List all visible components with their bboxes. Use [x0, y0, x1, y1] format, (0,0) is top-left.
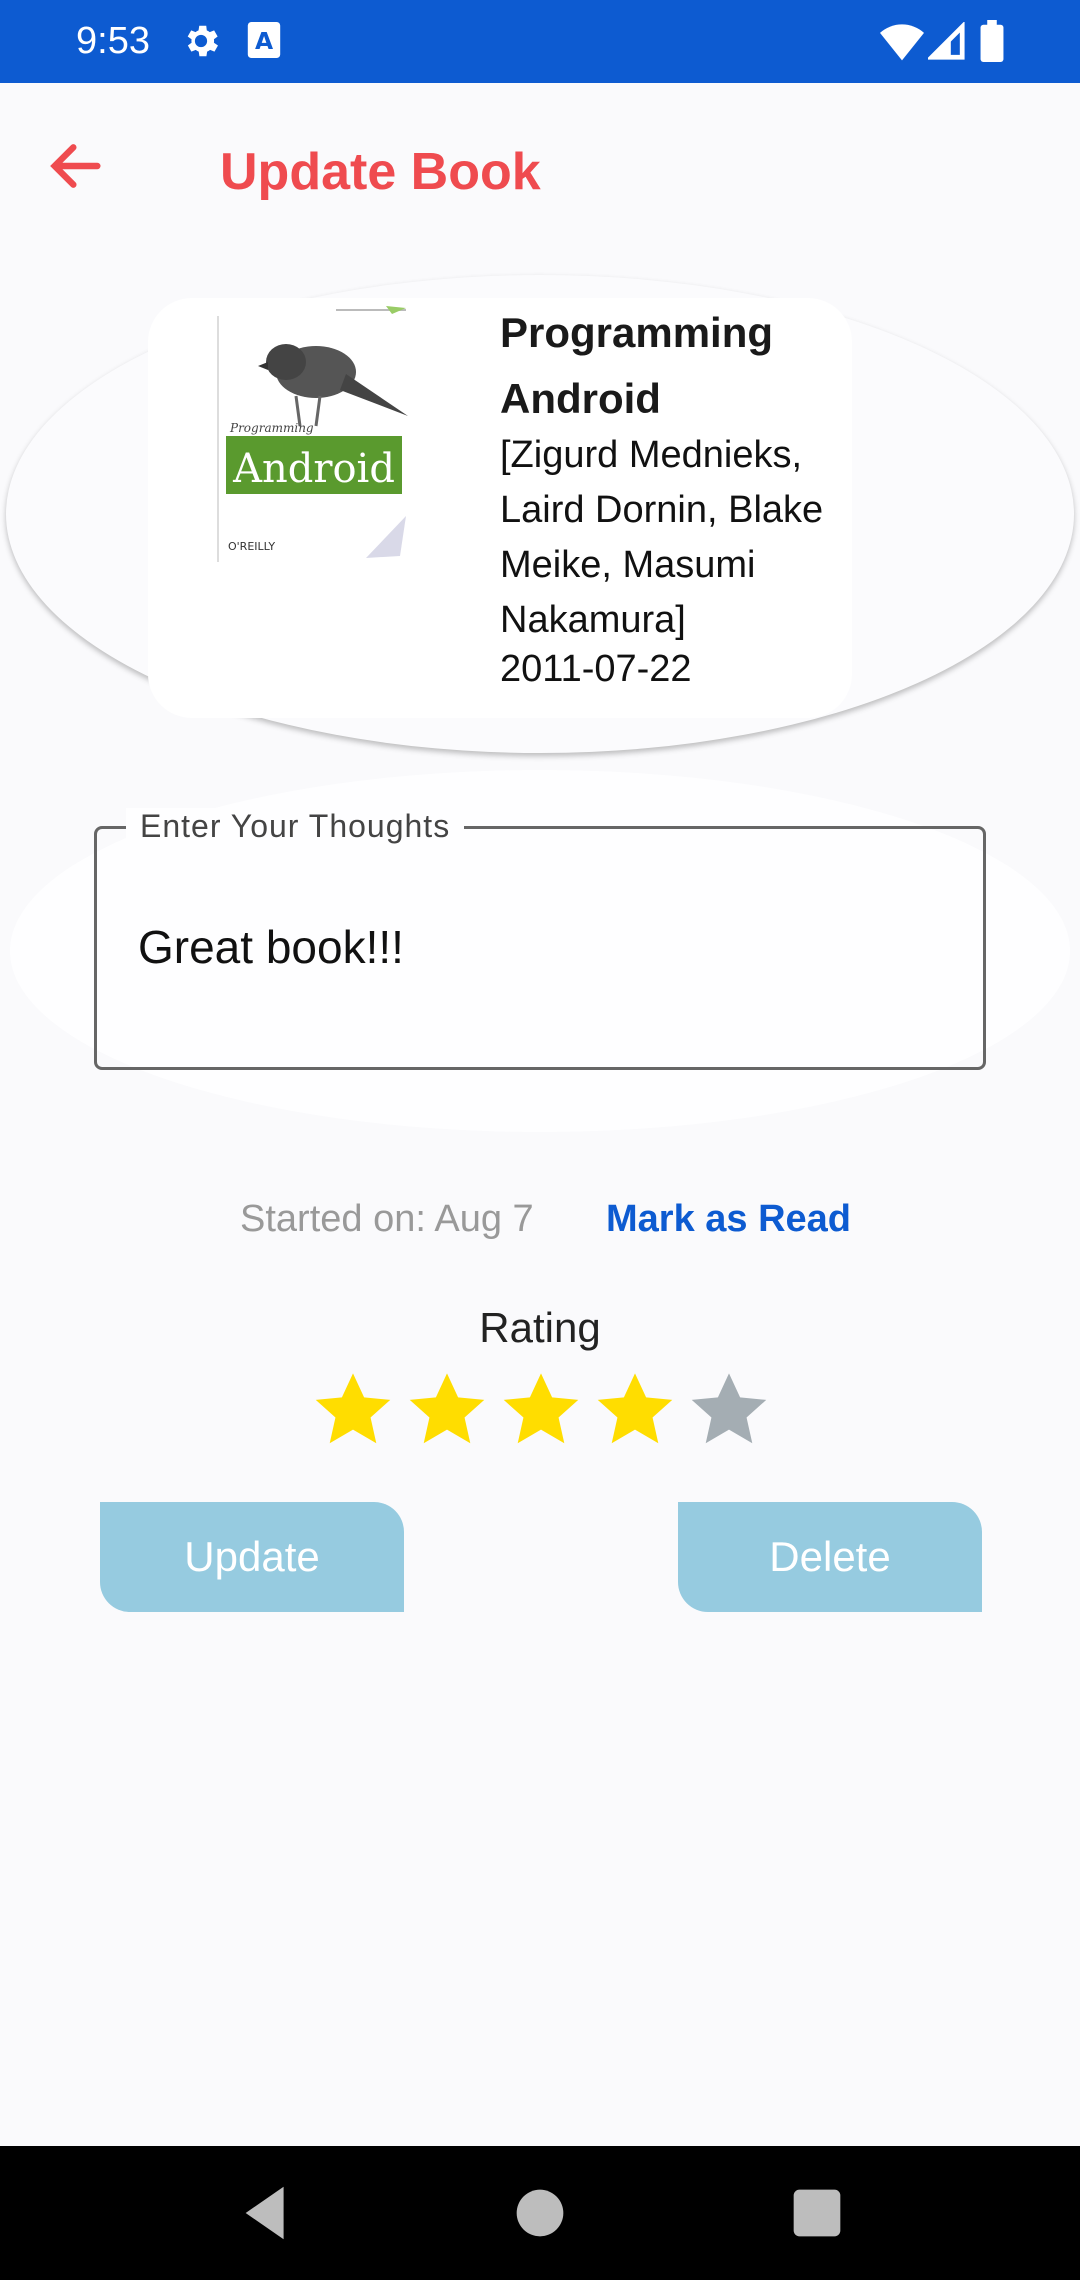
book-authors: [Zigurd Mednieks, Laird Dornin, Blake Me… — [500, 434, 824, 641]
book-title: Programming Android — [500, 309, 774, 422]
wifi-icon — [880, 22, 924, 67]
back-triangle-icon[interactable] — [234, 2178, 304, 2248]
recents-square-icon[interactable] — [782, 2178, 852, 2248]
battery-icon — [980, 20, 1004, 67]
delete-button[interactable]: Delete — [678, 1502, 982, 1612]
rating-stars — [310, 1368, 780, 1458]
gear-icon — [180, 20, 222, 67]
status-bar: 9:53 A — [0, 0, 1080, 83]
star-icon-4[interactable] — [592, 1368, 678, 1454]
status-time: 9:53 — [76, 20, 150, 62]
star-icon-3[interactable] — [498, 1368, 584, 1454]
page-title: Update Book — [220, 143, 541, 201]
book-cover-image: Android Programming O'REILLY — [216, 306, 412, 562]
signal-icon — [926, 21, 966, 67]
star-icon-1[interactable] — [310, 1368, 396, 1454]
home-circle-icon[interactable] — [505, 2178, 575, 2248]
rating-label: Rating — [479, 1304, 601, 1351]
text-a-icon: A — [246, 20, 282, 65]
thoughts-label: Enter Your Thoughts — [126, 808, 465, 845]
back-button[interactable] — [44, 134, 108, 198]
navigation-bar — [0, 2146, 1080, 2280]
svg-text:A: A — [255, 27, 273, 55]
thoughts-value[interactable]: Great book!!! — [138, 920, 404, 974]
cover-small-title: Programming — [229, 421, 314, 435]
update-button[interactable]: Update — [100, 1502, 404, 1612]
star-icon-2[interactable] — [404, 1368, 490, 1454]
cover-title-text: Android — [232, 446, 395, 492]
arrow-left-icon — [50, 144, 101, 188]
mark-as-read-link[interactable]: Mark as Read — [606, 1198, 851, 1241]
started-on-text: Started on: Aug 7 — [240, 1198, 534, 1240]
star-icon-5[interactable] — [686, 1368, 772, 1454]
cover-publisher: O'REILLY — [228, 540, 275, 553]
book-published-date: 2011-07-22 — [500, 648, 692, 690]
